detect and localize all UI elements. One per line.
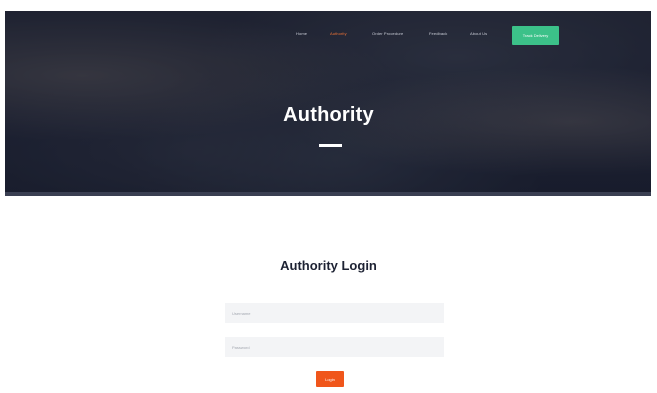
title-underline [319, 144, 342, 147]
password-input[interactable] [225, 337, 444, 357]
login-button[interactable]: Login [316, 371, 344, 387]
nav-item-order-procedure[interactable]: Order Procedure [372, 31, 403, 36]
page-title: Authority [283, 104, 374, 126]
username-input[interactable] [225, 303, 444, 323]
nav-item-home[interactable]: Home [296, 31, 307, 36]
nav-item-feedback[interactable]: Feedback [429, 31, 447, 36]
nav-item-about-us[interactable]: About Us [470, 31, 487, 36]
login-heading: Authority Login [280, 258, 377, 273]
track-delivery-button[interactable]: Track Delivery [512, 26, 559, 45]
nav-item-authority[interactable]: Authority [330, 31, 347, 36]
